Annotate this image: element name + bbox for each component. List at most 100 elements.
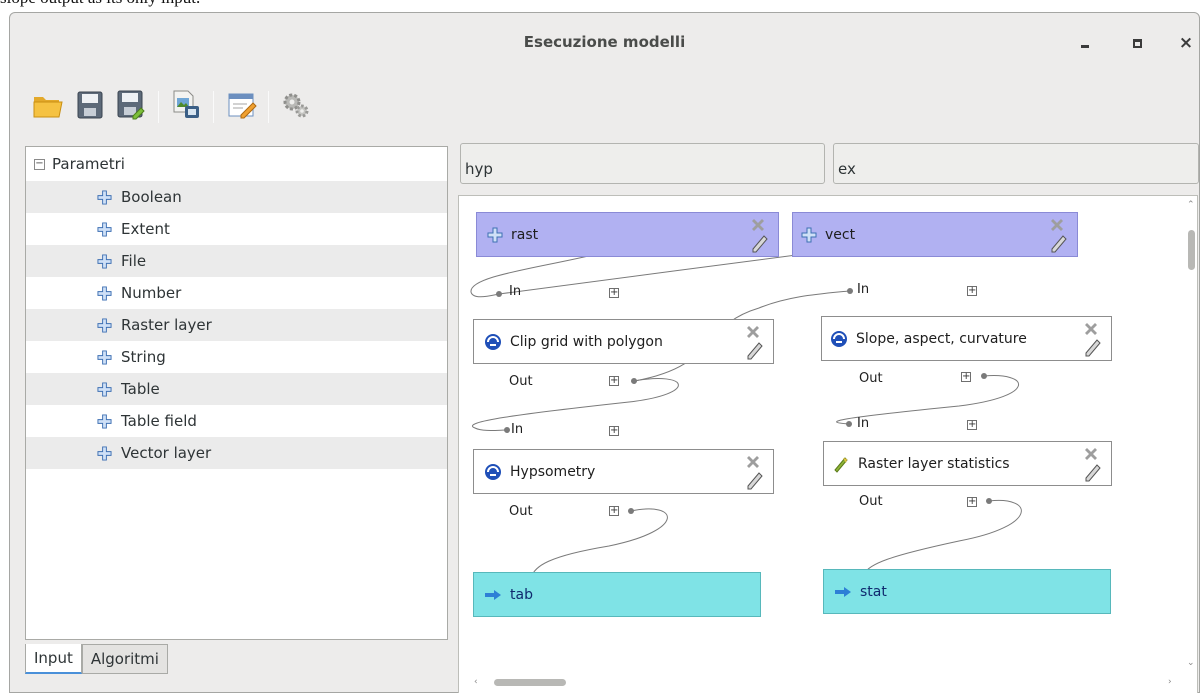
model-group-input[interactable]: ex (833, 143, 1199, 184)
expand-icon[interactable]: + (967, 286, 977, 296)
scroll-right-icon[interactable]: › (1168, 677, 1172, 687)
saga-icon (831, 330, 847, 347)
scroll-down-icon[interactable]: ⌄ (1187, 658, 1195, 668)
port-dot (986, 498, 992, 504)
param-item-string[interactable]: String (26, 341, 447, 373)
node-label: rast (511, 226, 539, 243)
delete-edit-icons[interactable] (1081, 320, 1103, 358)
node-label: Clip grid with polygon (510, 333, 663, 350)
output-node-stat[interactable]: stat (823, 569, 1111, 614)
wire-rast-clip (470, 253, 598, 298)
add-param-icon (97, 381, 112, 397)
horizontal-scrollbar[interactable]: ‹ › (468, 677, 1181, 689)
expand-icon[interactable]: + (967, 420, 977, 430)
algorithm-node-slope[interactable]: Slope, aspect, curvature (821, 316, 1112, 361)
expand-icon[interactable]: + (609, 426, 619, 436)
edit-help-button[interactable] (224, 87, 260, 123)
scroll-up-icon[interactable]: ⌃ (1187, 200, 1195, 210)
expand-icon[interactable]: + (961, 372, 971, 382)
collapse-icon[interactable]: − (34, 158, 45, 170)
toolbar (10, 75, 1199, 145)
param-item-file[interactable]: File (26, 245, 447, 277)
wire-vect-clip (498, 253, 805, 295)
arrow-right-icon (835, 586, 851, 597)
add-param-icon (97, 189, 112, 205)
minimize-button[interactable] (1072, 31, 1098, 55)
node-label: vect (825, 226, 856, 243)
param-item-raster-layer[interactable]: Raster layer (26, 309, 447, 341)
port-dot (847, 288, 853, 294)
algorithm-node-hypsometry[interactable]: Hypsometry (473, 449, 774, 494)
toolbar-separator (213, 91, 214, 123)
param-item-table[interactable]: Table (26, 373, 447, 405)
param-item-vector-layer[interactable]: Vector layer (26, 437, 447, 469)
param-item-label: File (121, 252, 147, 270)
delete-edit-icons[interactable] (743, 453, 765, 491)
scroll-left-icon[interactable]: ‹ (474, 677, 478, 687)
delete-edit-icons[interactable] (1081, 445, 1103, 483)
port-dot (504, 427, 510, 433)
tree-root-label: Parametri (52, 155, 125, 173)
tree-root-parametri[interactable]: − Parametri (34, 153, 125, 175)
parameters-panel: − Parametri Boolean Extent File Number R… (25, 146, 448, 640)
port-in-label: In (857, 416, 870, 431)
port-out-label: Out (509, 374, 533, 389)
model-name-input[interactable]: hyp (460, 143, 825, 184)
delete-edit-icons[interactable] (743, 323, 765, 361)
input-param-icon (487, 227, 503, 242)
param-item-label: Extent (121, 220, 170, 238)
port-out-label: Out (859, 494, 883, 509)
wire-stats-stat (863, 499, 1022, 575)
model-canvas[interactable]: rast vect In + In + Clip grid with polyg… (458, 195, 1198, 693)
save-model-button[interactable] (72, 87, 108, 123)
input-node-rast[interactable]: rast (476, 212, 779, 257)
expand-icon[interactable]: + (609, 376, 619, 386)
maximize-icon (1132, 39, 1142, 48)
add-param-icon (97, 349, 112, 365)
open-model-button[interactable] (30, 87, 66, 123)
edit-help-icon (228, 93, 257, 119)
tab-input[interactable]: Input (25, 644, 82, 674)
expand-icon[interactable]: + (967, 497, 977, 507)
maximize-button[interactable] (1124, 31, 1150, 55)
algorithm-node-raster-stats[interactable]: Raster layer statistics (823, 441, 1112, 486)
save-model-as-button[interactable] (113, 87, 149, 123)
delete-edit-icons[interactable] (748, 216, 770, 254)
expand-icon[interactable]: + (609, 288, 619, 298)
delete-edit-icons[interactable] (1047, 216, 1069, 254)
export-image-button[interactable] (168, 87, 204, 123)
port-out-label: Out (859, 371, 883, 386)
param-item-label: Table (121, 380, 160, 398)
param-item-number[interactable]: Number (26, 277, 447, 309)
node-label: Raster layer statistics (858, 455, 1010, 472)
param-item-table-field[interactable]: Table field (26, 405, 447, 437)
input-node-vect[interactable]: vect (792, 212, 1078, 257)
add-param-icon (97, 445, 112, 461)
add-param-icon (97, 285, 112, 301)
horizontal-scroll-thumb[interactable] (494, 679, 566, 686)
vertical-scroll-thumb[interactable] (1188, 230, 1195, 270)
export-image-icon (173, 90, 199, 118)
output-node-tab[interactable]: tab (473, 572, 761, 617)
expand-icon[interactable]: + (609, 506, 619, 516)
close-button[interactable]: × (1173, 31, 1199, 55)
run-model-button[interactable] (278, 87, 314, 123)
node-label: tab (510, 586, 533, 603)
wire-hyps-tab (530, 508, 668, 579)
tab-algorithms[interactable]: Algoritmi (81, 644, 168, 674)
panel-tabs: Input Algoritmi (25, 644, 168, 674)
vertical-scrollbar[interactable]: ⌃ ⌄ (1185, 200, 1197, 671)
toolbar-separator (158, 91, 159, 123)
wire-clip-hyps (472, 378, 679, 431)
port-out-label: Out (509, 504, 533, 519)
param-item-boolean[interactable]: Boolean (26, 181, 447, 213)
minimize-icon (1081, 45, 1089, 48)
page-caption: slope output as its only input. (0, 0, 200, 10)
title-bar[interactable]: Esecuzione modelli × (10, 13, 1199, 71)
port-dot (628, 508, 634, 514)
add-param-icon (97, 221, 112, 237)
qgis-algorithm-icon (834, 456, 848, 473)
window-title: Esecuzione modelli (523, 33, 686, 51)
param-item-extent[interactable]: Extent (26, 213, 447, 245)
algorithm-node-clip-grid[interactable]: Clip grid with polygon (473, 319, 774, 364)
